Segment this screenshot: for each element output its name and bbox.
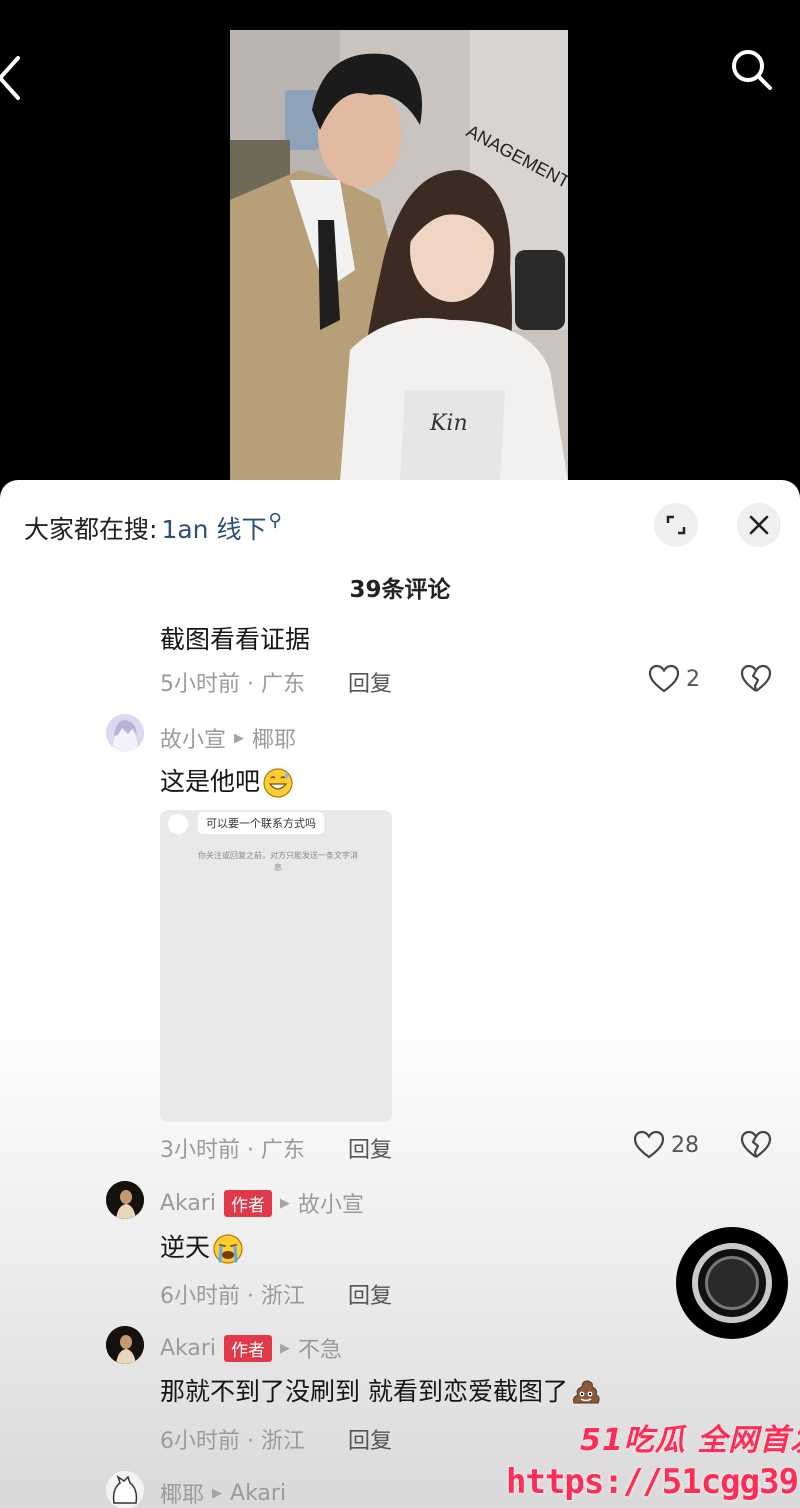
reply-to-username[interactable]: 不急 xyxy=(298,1332,342,1364)
avatar[interactable] xyxy=(106,1471,144,1508)
comment-author-row: 故小宣 ▶ 椰耶 xyxy=(160,722,296,754)
trending-keyword[interactable]: 1an 线下 xyxy=(161,515,266,544)
image-hint-text: 你关注或回复之前，对方只能发送一条文字消息 xyxy=(198,851,358,872)
watermark-brand: 51吃瓜 全网首发 xyxy=(580,1423,800,1458)
avatar[interactable] xyxy=(106,1181,144,1219)
reply-to-username[interactable]: 故小宣 xyxy=(298,1187,364,1219)
comment-sheet: 大家都在搜: 1an 线下 ⚲ 39条评论 截图看看证据 5小时前 · 广东 回复 … xyxy=(0,480,800,1508)
dislike-button[interactable] xyxy=(740,664,772,698)
like-count: 28 xyxy=(671,1132,699,1158)
like-button[interactable]: 28 xyxy=(633,1130,699,1160)
comment-meta: 5小时前 · 广东 xyxy=(160,672,305,697)
reply-button[interactable]: 回复 xyxy=(348,1132,392,1164)
search-icon xyxy=(732,50,772,90)
reply-arrow-icon: ▶ xyxy=(212,1485,223,1501)
reply-arrow-icon: ▶ xyxy=(280,1195,291,1211)
broken-heart-icon xyxy=(740,664,772,692)
comment-author-row: Akari 作者 ▶ 故小宣 xyxy=(160,1187,364,1219)
mini-avatar xyxy=(168,814,188,834)
broken-heart-icon xyxy=(740,1130,772,1158)
dislike-button[interactable] xyxy=(740,1130,772,1164)
avatar[interactable] xyxy=(106,1326,144,1364)
reply-to-username[interactable]: 椰耶 xyxy=(252,722,296,754)
reply-arrow-icon: ▶ xyxy=(280,1340,291,1356)
svg-text:Kin: Kin xyxy=(429,411,468,436)
comment-text-row: 逆天 xyxy=(160,1228,244,1265)
comment-author-row: 椰耶 ▶ Akari xyxy=(160,1477,286,1508)
video-frame-photo[interactable]: ANAGEMENT Kin xyxy=(230,30,568,482)
trending-search[interactable]: 大家都在搜: 1an 线下 ⚲ xyxy=(24,510,282,546)
comment-text-row: 这是他吧 xyxy=(160,762,294,799)
heart-icon xyxy=(648,664,680,693)
comment-meta: 6小时前 · 浙江 xyxy=(160,1429,305,1454)
avatar[interactable] xyxy=(106,714,144,752)
close-icon xyxy=(749,515,769,535)
comment-text: 逆天 xyxy=(160,1233,211,1262)
reply-button[interactable]: 回复 xyxy=(348,1423,392,1455)
comment-text: 那就不到了没刷到 就看到恋爱截图了 xyxy=(160,1377,568,1406)
image-bubble-text: 可以要一个联系方式吗 xyxy=(198,812,324,834)
author-badge: 作者 xyxy=(224,1189,273,1217)
grinning-sweat-emoji-icon xyxy=(263,768,293,798)
reply-arrow-icon: ▶ xyxy=(234,730,245,746)
comment-meta: 6小时前 · 浙江 xyxy=(160,1284,305,1309)
floating-record-button[interactable] xyxy=(676,1227,788,1339)
watermark-url: https://51cgg39.com xyxy=(506,1462,800,1502)
chevron-left-icon xyxy=(0,56,20,100)
like-count: 2 xyxy=(686,666,700,692)
comments-count-title: 39条评论 xyxy=(349,577,451,603)
reply-to-username[interactable]: Akari xyxy=(230,1481,286,1506)
back-button[interactable] xyxy=(0,52,32,104)
crying-face-emoji-icon xyxy=(213,1234,243,1264)
reply-button[interactable]: 回复 xyxy=(348,1278,392,1310)
username[interactable]: Akari xyxy=(160,1191,216,1216)
heart-icon xyxy=(633,1130,665,1159)
comment-text: 这是他吧 xyxy=(160,767,261,796)
reply-button[interactable]: 回复 xyxy=(348,666,392,698)
comment-meta: 3小时前 · 广东 xyxy=(160,1138,305,1163)
search-small-icon: ⚲ xyxy=(268,510,282,531)
username[interactable]: 故小宣 xyxy=(160,722,226,754)
record-ring-icon xyxy=(692,1243,772,1323)
trending-prefix: 大家都在搜: xyxy=(24,515,158,544)
comment-text: 截图看看证据 xyxy=(160,625,311,654)
search-button[interactable] xyxy=(728,46,776,94)
username[interactable]: Akari xyxy=(160,1336,216,1361)
video-area: ANAGEMENT Kin xyxy=(0,0,800,500)
like-button[interactable]: 2 xyxy=(648,664,700,694)
comment-text-row: 那就不到了没刷到 就看到恋爱截图了 xyxy=(160,1372,602,1409)
expand-icon xyxy=(666,515,686,535)
close-button[interactable] xyxy=(737,503,781,547)
username[interactable]: 椰耶 xyxy=(160,1477,204,1508)
poop-emoji-icon xyxy=(572,1380,600,1404)
author-badge: 作者 xyxy=(224,1334,273,1362)
comment-author-row: Akari 作者 ▶ 不急 xyxy=(160,1332,342,1364)
comment-image[interactable]: 可以要一个联系方式吗 你关注或回复之前，对方只能发送一条文字消息 xyxy=(160,810,392,1122)
expand-button[interactable] xyxy=(654,503,698,547)
